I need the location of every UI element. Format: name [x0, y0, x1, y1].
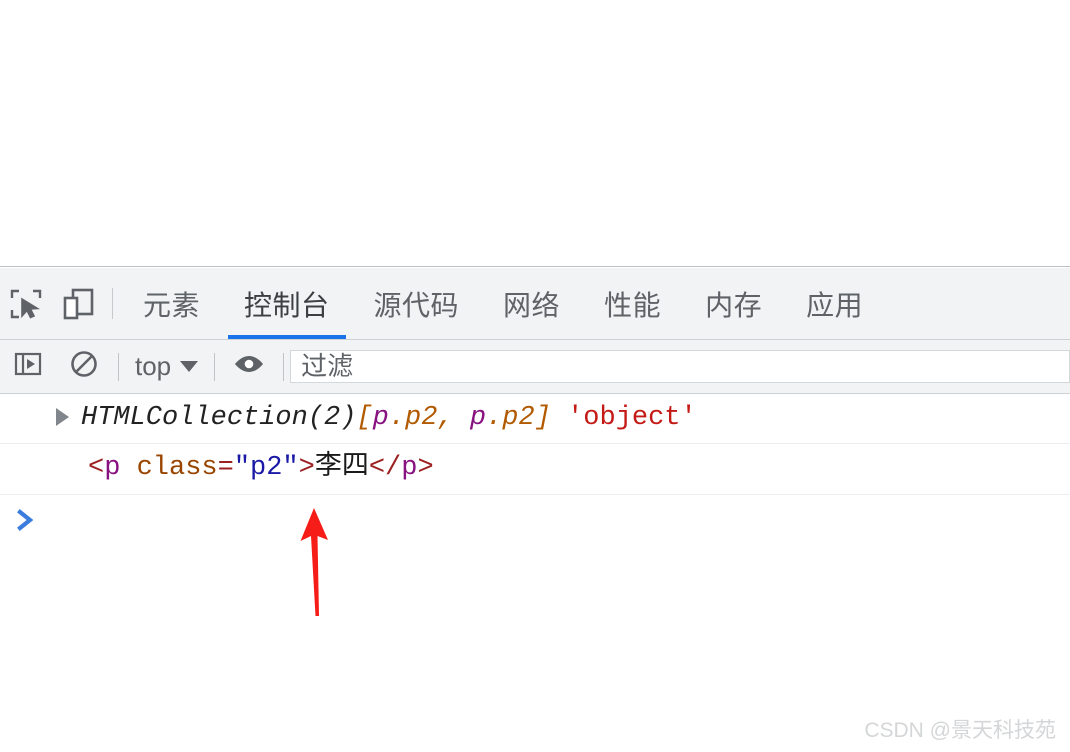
console-prompt[interactable]: [0, 495, 1070, 549]
tab-label: 应用: [806, 289, 864, 321]
element-class: .p2: [486, 403, 535, 433]
context-value: top: [135, 351, 172, 381]
tab-application[interactable]: 应用: [784, 268, 885, 339]
object-preview-label: HTMLCollection(2): [81, 403, 357, 433]
tab-label: 网络: [503, 289, 561, 321]
console-message-content: <p class="p2">李四</p>: [88, 450, 434, 486]
javascript-context-selector[interactable]: top: [125, 351, 208, 382]
filter-container: [290, 346, 1070, 387]
clear-console-icon: [68, 348, 100, 385]
page-viewport: [0, 0, 1070, 267]
prompt-chevron-icon: [14, 505, 40, 540]
attribute-equals: =: [217, 453, 234, 484]
console-message-object[interactable]: HTMLCollection(2)[p.p2, p.p2] 'object': [0, 394, 1070, 445]
tab-performance[interactable]: 性能: [582, 268, 683, 339]
tab-network[interactable]: 网络: [481, 268, 582, 339]
console-toolbar: top: [0, 340, 1070, 394]
tab-label: 性能: [604, 289, 662, 321]
toolbar-divider: [283, 352, 285, 381]
tab-memory[interactable]: 内存: [683, 268, 784, 339]
inspect-element-icon: [8, 286, 44, 322]
device-toolbar-button[interactable]: [52, 268, 104, 339]
element-tag: p: [372, 403, 389, 433]
toolbar-divider: [118, 352, 119, 381]
tag-open-bracket: <: [88, 453, 105, 484]
element-tag: p: [469, 403, 487, 433]
closing-tag-bracket: >: [417, 453, 434, 484]
element-class: .p2: [388, 403, 438, 433]
toolbar-divider: [214, 352, 216, 381]
show-console-sidebar-icon: [12, 348, 44, 385]
devtools-tabstrip: 元素 控制台 源代码 网络 性能 内存 应用: [0, 268, 1070, 340]
create-live-expression-button[interactable]: [221, 347, 277, 386]
device-toolbar-icon: [60, 286, 96, 322]
text-node: 李四: [314, 453, 369, 484]
tab-sources[interactable]: 源代码: [352, 268, 482, 339]
csdn-watermark: CSDN @景天科技苑: [864, 719, 1056, 742]
tab-label: 内存: [705, 289, 763, 321]
create-live-expression-icon: [232, 347, 266, 386]
devtools-panel: 元素 控制台 源代码 网络 性能 内存 应用 top 过滤 HTMLCollec…: [0, 268, 1070, 752]
inspect-element-button[interactable]: [0, 268, 52, 339]
tag-close-bracket: >: [298, 453, 315, 484]
list-comma: ,: [437, 403, 470, 433]
console-message-list: HTMLCollection(2)[p.p2, p.p2] 'object' <…: [0, 394, 1070, 549]
tab-label: 控制台: [244, 289, 330, 321]
chevron-down-icon: [180, 361, 199, 372]
bracket-open: [: [356, 403, 373, 433]
tab-elements[interactable]: 元素: [121, 268, 222, 339]
tab-console[interactable]: 控制台: [222, 268, 352, 339]
console-message-content: HTMLCollection(2)[p.p2, p.p2] 'object': [81, 400, 697, 436]
tab-label: 源代码: [373, 289, 460, 321]
attribute-name: class: [136, 453, 218, 484]
clear-console-button[interactable]: [56, 348, 112, 385]
tab-label: 元素: [143, 289, 201, 321]
filter-input[interactable]: [290, 350, 1070, 383]
expand-triangle-icon[interactable]: [56, 408, 69, 426]
tag-name: p: [104, 453, 121, 484]
closing-tag-name: p: [401, 453, 418, 484]
console-message-markup[interactable]: <p class="p2">李四</p>: [0, 444, 1070, 495]
attribute-value: "p2": [233, 453, 299, 484]
tabstrip-divider: [112, 288, 113, 319]
bracket-close: ]: [534, 403, 551, 433]
console-sidebar-toggle-button[interactable]: [0, 348, 56, 385]
typeof-string: 'object': [567, 403, 697, 433]
closing-tag-open: </: [368, 453, 402, 484]
